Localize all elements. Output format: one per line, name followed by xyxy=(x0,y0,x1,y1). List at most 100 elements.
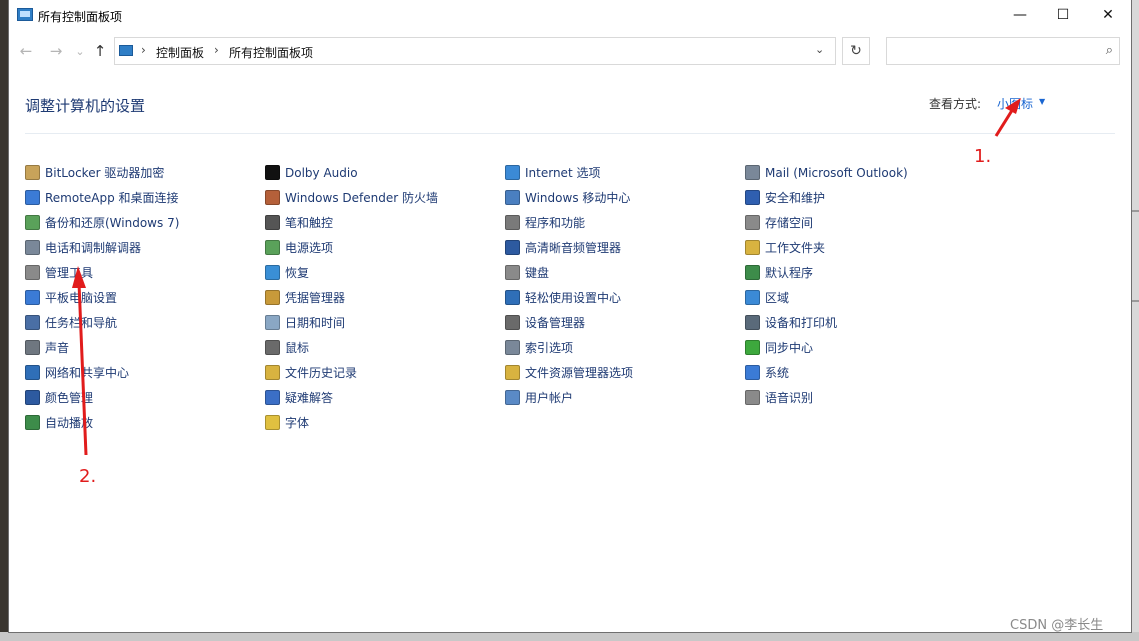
address-dropdown-icon[interactable]: ⌄ xyxy=(815,43,824,56)
control-panel-item-label: Mail (Microsoft Outlook) xyxy=(765,165,908,180)
maximize-button[interactable]: ☐ xyxy=(1040,0,1086,30)
control-panel-item[interactable]: Windows 移动中心 xyxy=(505,185,735,210)
control-panel-item[interactable]: 备份和还原(Windows 7) xyxy=(25,210,255,235)
control-panel-item[interactable]: Internet 选项 xyxy=(505,160,735,185)
control-panel-item-label: RemoteApp 和桌面连接 xyxy=(45,191,179,205)
control-panel-item[interactable]: 文件历史记录 xyxy=(265,360,495,385)
control-panel-item[interactable]: Dolby Audio xyxy=(265,160,495,185)
bitlocker-icon xyxy=(25,165,40,180)
control-panel-item[interactable]: BitLocker 驱动器加密 xyxy=(25,160,255,185)
control-panel-item[interactable]: 字体 xyxy=(265,410,495,435)
control-panel-item-label: 安全和维护 xyxy=(765,191,826,205)
security-flag-icon xyxy=(745,190,760,205)
items-column-1: BitLocker 驱动器加密 RemoteApp 和桌面连接备份和还原(Wind… xyxy=(25,160,255,435)
control-panel-item[interactable]: 任务栏和导航 xyxy=(25,310,255,335)
system-icon xyxy=(745,365,760,380)
control-panel-item[interactable]: RemoteApp 和桌面连接 xyxy=(25,185,255,210)
back-button[interactable]: ← xyxy=(17,42,35,60)
control-panel-item[interactable]: 索引选项 xyxy=(505,335,735,360)
control-panel-item[interactable]: 设备和打印机 xyxy=(745,310,975,335)
control-panel-item[interactable]: 工作文件夹 xyxy=(745,235,975,260)
control-panel-item[interactable]: 网络和共享中心 xyxy=(25,360,255,385)
control-panel-item-label: 文件资源管理器选项 xyxy=(525,366,634,380)
control-panel-item-label: 区域 xyxy=(765,291,790,305)
control-panel-item-label: 存储空间 xyxy=(765,216,814,230)
control-panel-item[interactable]: 电话和调制解调器 xyxy=(25,235,255,260)
annotation-label-1: 1. xyxy=(974,146,992,167)
control-panel-item[interactable]: 同步中心 xyxy=(745,335,975,360)
mobility-icon xyxy=(505,190,520,205)
control-panel-item-label: 索引选项 xyxy=(525,341,574,355)
admin-tools-icon xyxy=(25,265,40,280)
control-panel-item[interactable]: 轻松使用设置中心 xyxy=(505,285,735,310)
chevron-down-icon[interactable]: ▼ xyxy=(1039,97,1045,106)
control-panel-item[interactable]: 文件资源管理器选项 xyxy=(505,360,735,385)
forward-button[interactable]: → xyxy=(47,42,65,60)
indexing-icon xyxy=(505,340,520,355)
control-panel-item-label: 同步中心 xyxy=(765,341,814,355)
control-panel-item[interactable]: 语音识别 xyxy=(745,385,975,410)
control-panel-item-label: 笔和触控 xyxy=(285,216,334,230)
autoplay-icon xyxy=(25,415,40,430)
control-panel-item-label: 默认程序 xyxy=(765,266,814,280)
search-input[interactable]: ⌕ xyxy=(886,37,1120,65)
control-panel-item-label: 任务栏和导航 xyxy=(45,316,118,330)
control-panel-item[interactable]: 凭据管理器 xyxy=(265,285,495,310)
control-panel-item[interactable]: 自动播放 xyxy=(25,410,255,435)
storage-icon xyxy=(745,215,760,230)
programs-icon xyxy=(505,215,520,230)
control-panel-item[interactable]: Windows Defender 防火墙 xyxy=(265,185,495,210)
minimize-button[interactable]: — xyxy=(997,0,1043,30)
control-panel-item[interactable]: 恢复 xyxy=(265,260,495,285)
backup-icon xyxy=(25,215,40,230)
user-accounts-icon xyxy=(505,390,520,405)
control-panel-item[interactable]: 键盘 xyxy=(505,260,735,285)
control-panel-item[interactable]: 鼠标 xyxy=(265,335,495,360)
breadcrumb-control-panel[interactable]: 控制面板 xyxy=(156,44,204,61)
control-panel-item[interactable]: 笔和触控 xyxy=(265,210,495,235)
control-panel-item[interactable]: 颜色管理 xyxy=(25,385,255,410)
view-by-label: 查看方式: xyxy=(929,97,982,111)
control-panel-item-label: 设备和打印机 xyxy=(765,316,838,330)
page-title: 调整计算机的设置 xyxy=(25,97,146,115)
recovery-icon xyxy=(265,265,280,280)
items-column-3: Internet 选项 Windows 移动中心 程序和功能 高清晰音频管理器 键盘 轻松… xyxy=(505,160,735,410)
items-column-4: Mail (Microsoft Outlook) 安全和维护存储空间工作文件夹默认… xyxy=(745,160,975,410)
window-title: 所有控制面板项 xyxy=(38,10,123,24)
control-panel-item[interactable]: 日期和时间 xyxy=(265,310,495,335)
view-by-dropdown[interactable]: 小图标 xyxy=(997,95,1033,112)
control-panel-item[interactable]: 默认程序 xyxy=(745,260,975,285)
recent-locations-button[interactable]: ⌄ xyxy=(71,42,89,60)
refresh-button[interactable]: ↻ xyxy=(842,37,870,65)
control-panel-item[interactable]: Mail (Microsoft Outlook) xyxy=(745,160,975,185)
control-panel-item[interactable]: 平板电脑设置 xyxy=(25,285,255,310)
taskbar-icon xyxy=(25,315,40,330)
control-panel-item[interactable]: 高清晰音频管理器 xyxy=(505,235,735,260)
control-panel-item[interactable]: 设备管理器 xyxy=(505,310,735,335)
close-button[interactable]: ✕ xyxy=(1085,0,1131,30)
control-panel-item[interactable]: 存储空间 xyxy=(745,210,975,235)
control-panel-item[interactable]: 疑难解答 xyxy=(265,385,495,410)
keyboard-icon xyxy=(505,265,520,280)
control-panel-item[interactable]: 电源选项 xyxy=(265,235,495,260)
title-bar[interactable]: 所有控制面板项 — ☐ ✕ xyxy=(9,0,1131,32)
speech-icon xyxy=(745,390,760,405)
address-bar[interactable]: › 控制面板 › 所有控制面板项 ⌄ xyxy=(114,37,836,65)
power-icon xyxy=(265,240,280,255)
control-panel-item[interactable]: 系统 xyxy=(745,360,975,385)
control-panel-item-label: 自动播放 xyxy=(45,416,94,430)
control-panel-item[interactable]: 声音 xyxy=(25,335,255,360)
internet-icon xyxy=(505,165,520,180)
breadcrumb-all-items[interactable]: 所有控制面板项 xyxy=(229,44,313,61)
control-panel-item-label: BitLocker 驱动器加密 xyxy=(45,166,165,180)
color-mgmt-icon xyxy=(25,390,40,405)
control-panel-item[interactable]: 区域 xyxy=(745,285,975,310)
control-panel-item[interactable]: 程序和功能 xyxy=(505,210,735,235)
control-panel-item-label: Dolby Audio xyxy=(285,165,358,180)
up-button[interactable]: ↑ xyxy=(91,42,109,60)
sound-icon xyxy=(25,340,40,355)
control-panel-item-label: 颜色管理 xyxy=(45,391,94,405)
control-panel-item[interactable]: 管理工具 xyxy=(25,260,255,285)
control-panel-item[interactable]: 用户帐户 xyxy=(505,385,735,410)
control-panel-item[interactable]: 安全和维护 xyxy=(745,185,975,210)
